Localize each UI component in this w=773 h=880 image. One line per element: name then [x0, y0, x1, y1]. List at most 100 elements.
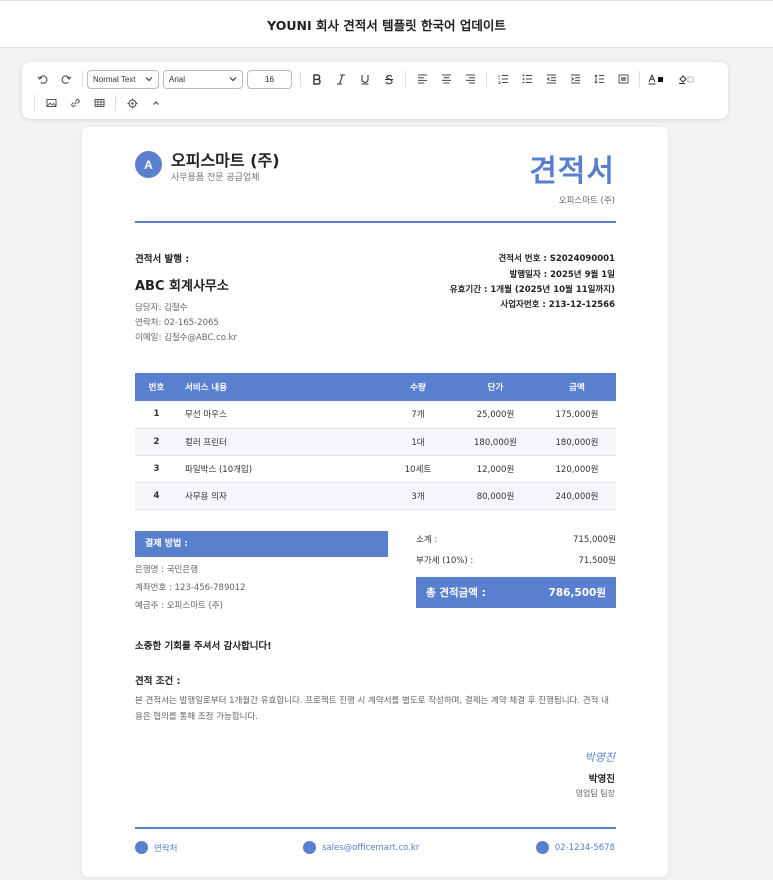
page-header: YOUNI 회사 견적서 템플릿 한국어 업데이트 [0, 0, 773, 48]
redo-button[interactable] [54, 68, 78, 90]
footer-contact-label: 연락처 [154, 843, 178, 854]
text-color-button[interactable] [644, 68, 674, 90]
terms-text: 본 견적서는 발행일로부터 1개월간 유효합니다. 프로젝트 진행 시 계약서를… [135, 696, 609, 722]
table-cell: 180,000원 [453, 428, 538, 456]
signature-title: 영업팀 팀장 [575, 789, 615, 798]
client-contact-person: 담당자: 김철수 [135, 303, 188, 313]
quote-document: A 오피스마트 (주) 사무용품 전문 공급업체 견적서 오피스마트 (주) 견… [82, 127, 668, 877]
align-right-button[interactable] [458, 68, 482, 90]
header-divider [135, 221, 616, 223]
payment-holder: 예금주 : 오피스마트 (주) [135, 601, 223, 611]
toolbar-divider [300, 71, 301, 87]
bold-button[interactable] [305, 68, 329, 90]
more-options-button[interactable] [120, 92, 144, 114]
numbered-list-button[interactable] [491, 68, 515, 90]
align-right-icon [465, 74, 475, 84]
font-family-select[interactable]: Arial [163, 69, 243, 89]
signature-name: 박영진 [588, 774, 615, 785]
subtotal-row: 소계 : 715,000원 [416, 533, 616, 545]
footer-phone: 02-1234-5678 [535, 841, 615, 854]
table-cell: 4 [135, 482, 178, 510]
table-cell: 3 [135, 455, 178, 483]
table-cell: 12,000원 [453, 455, 538, 483]
dot-icon [135, 841, 148, 854]
table-cell: 2 [135, 428, 178, 456]
footer-divider [135, 827, 616, 829]
chevron-down-icon [145, 77, 153, 82]
footer-email-text: sales@officemart.co.kr [322, 842, 420, 853]
footer-contact: 연락처 [135, 841, 177, 854]
toolbar-divider [34, 95, 35, 111]
line-height-button[interactable] [587, 68, 611, 90]
outdent-button[interactable] [539, 68, 563, 90]
link-icon [70, 99, 80, 107]
quote-number: 견적서 번호 : S2024090001 [498, 254, 615, 264]
toolbar-divider [405, 71, 406, 87]
toolbar-divider [486, 71, 487, 87]
block-icon [618, 74, 628, 84]
target-icon [127, 98, 137, 108]
table-cell: 120,000원 [538, 455, 616, 483]
table-cell: 80,000원 [453, 482, 538, 510]
block-format-select[interactable]: Normal Text [87, 69, 159, 89]
table-row: 4 사무용 의자 3개 80,000원 240,000원 [135, 482, 616, 510]
strikethrough-icon [385, 74, 393, 84]
highlight-color-button[interactable] [674, 68, 704, 90]
business-number: 사업자번호 : 213-12-12566 [500, 300, 615, 310]
image-icon [46, 99, 56, 107]
align-center-button[interactable] [434, 68, 458, 90]
column-header: 번호 [135, 373, 178, 401]
bold-icon [313, 73, 321, 85]
footer-email: sales@officemart.co.kr [303, 841, 419, 854]
editor-toolbar: Normal Text Arial 16 [22, 62, 728, 119]
align-center-icon [441, 74, 451, 84]
table-cell: 240,000원 [538, 482, 616, 510]
column-header: 수량 [383, 373, 453, 401]
column-header: 단가 [453, 373, 538, 401]
align-left-icon [417, 74, 427, 84]
indent-button[interactable] [563, 68, 587, 90]
table-cell: 1 [135, 401, 178, 429]
insert-table-button[interactable] [87, 92, 111, 114]
insert-link-button[interactable] [63, 92, 87, 114]
line-height-icon [593, 74, 604, 84]
items-table: 번호 서비스 내용 수량 단가 금액 1 무선 마우스 7개 25,000원 1… [135, 373, 616, 510]
client-phone: 연락처: 02-165-2065 [135, 318, 219, 328]
total-box: 총 견적금액 : 786,500원 [416, 577, 616, 608]
total-label: 총 견적금액 : [426, 587, 486, 599]
table-cell: 7개 [383, 401, 453, 429]
validity-period: 유효기간 : 1개월 (2025년 10월 11일까지) [449, 285, 615, 295]
table-row: 3 파일박스 (10개입) 10세트 12,000원 120,000원 [135, 455, 616, 483]
payment-account: 계좌번호 : 123-456-789012 [135, 583, 246, 593]
insert-image-button[interactable] [39, 92, 63, 114]
subtotal-value: 715,000원 [573, 535, 616, 545]
subtotal-label: 소계 : [416, 535, 438, 545]
underline-button[interactable] [353, 68, 377, 90]
table-icon [94, 99, 104, 107]
document-title: 견적서 [529, 154, 615, 189]
client-heading: 견적서 발행 : [135, 254, 190, 265]
strikethrough-button[interactable] [377, 68, 401, 90]
table-cell: 파일박스 (10개입) [178, 455, 383, 483]
align-left-button[interactable] [410, 68, 434, 90]
column-header: 금액 [538, 373, 616, 401]
table-cell: 175,000원 [538, 401, 616, 429]
table-row: 2 컬러 프린터 1대 180,000원 180,000원 [135, 428, 616, 456]
text-color-icon [648, 73, 663, 84]
italic-button[interactable] [329, 68, 353, 90]
vat-value: 71,500원 [578, 556, 616, 566]
table-cell: 3개 [383, 482, 453, 510]
chevron-down-icon [229, 77, 237, 82]
bullet-list-button[interactable] [515, 68, 539, 90]
font-size-input[interactable]: 16 [247, 69, 292, 89]
paint-bucket-icon [679, 74, 694, 84]
payment-heading: 결제 방법 : [135, 531, 388, 557]
toolbar-divider [639, 71, 640, 87]
document-issuer: 오피스마트 (주) [558, 196, 615, 206]
undo-button[interactable] [30, 68, 54, 90]
collapse-toolbar-button[interactable] [144, 92, 168, 114]
table-cell: 1대 [383, 428, 453, 456]
block-format-value: Normal Text [93, 74, 136, 84]
block-quote-button[interactable] [611, 68, 635, 90]
toolbar-row-2 [30, 91, 168, 115]
